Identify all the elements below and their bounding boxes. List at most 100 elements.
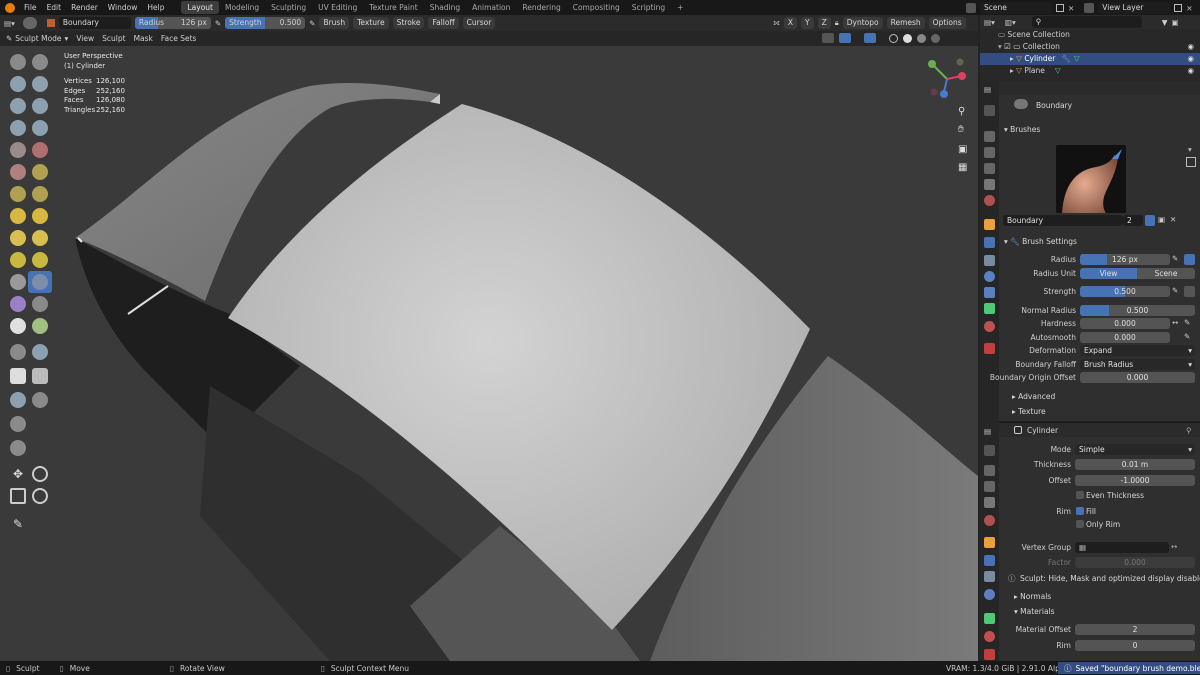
mask-by-color-icon[interactable] (10, 440, 26, 456)
mask-brush-icon[interactable] (10, 318, 26, 334)
draw-face-sets-icon[interactable] (32, 318, 48, 334)
texture-tab-icon[interactable] (984, 649, 995, 660)
editor-type-icon[interactable]: ▤ (984, 427, 991, 436)
ortho-toggle-icon[interactable]: ▦ (958, 162, 967, 173)
unlink-brush-icon[interactable]: ✕ (1170, 215, 1176, 224)
menu-face-sets[interactable]: Face Sets (161, 34, 197, 43)
tool-tab-icon[interactable] (984, 105, 995, 116)
hardness-field[interactable]: 0.000 (1080, 318, 1170, 329)
even-thickness-checkbox[interactable] (1076, 491, 1084, 499)
cloth-brush-icon[interactable] (10, 296, 26, 312)
dyntopo-toggle[interactable]: Dyntopo (842, 17, 883, 29)
copy-icon[interactable] (1174, 4, 1183, 12)
normals-panel-toggle[interactable]: ▸ Normals (1014, 592, 1051, 601)
view-layer-icon[interactable] (1084, 3, 1095, 13)
physics-tab-icon[interactable] (984, 589, 995, 600)
wireframe-shading-icon[interactable] (889, 33, 898, 43)
brush-preview-icon[interactable] (22, 17, 37, 29)
object-tab-icon[interactable] (984, 537, 995, 548)
offset-field[interactable]: -1.0000 (1075, 475, 1195, 486)
pinch-brush-icon[interactable] (10, 208, 26, 224)
pressure-toggle-icon[interactable] (1184, 286, 1195, 297)
solidify-mode-dropdown[interactable]: Simple ▾ (1075, 444, 1195, 455)
strength-field[interactable]: 0.500 (1080, 286, 1170, 297)
clay-strips-brush-icon[interactable] (32, 76, 48, 92)
move-tool-icon[interactable]: ✥ (10, 466, 26, 482)
rendered-shading-icon[interactable] (931, 33, 940, 43)
snake-hook-brush-icon[interactable] (32, 230, 48, 246)
lock-icon[interactable]: 🔒︎ (835, 18, 839, 28)
mirror-y-toggle[interactable]: Y (801, 17, 814, 29)
collapse-icon[interactable]: ▾ (1188, 145, 1192, 154)
mirror-z-toggle[interactable]: Z (817, 17, 831, 29)
mirror-x-toggle[interactable]: X (783, 17, 797, 29)
tab-modeling[interactable]: Modeling (219, 1, 265, 14)
vertex-group-field[interactable]: ▦ (1075, 542, 1169, 553)
boundary-brush-icon[interactable] (28, 271, 52, 293)
brush-datablock-field[interactable]: Boundary (1003, 215, 1123, 226)
deformation-dropdown[interactable]: Expand ▾ (1080, 345, 1195, 356)
scene-tab-icon[interactable] (984, 497, 995, 508)
flatten-brush-icon[interactable] (10, 164, 26, 180)
strength-slider[interactable]: Strength 0.500 (225, 17, 306, 29)
pressure-icon[interactable]: ✎ (1172, 286, 1178, 295)
pressure-toggle-icon[interactable] (1184, 254, 1195, 265)
outliner-collection[interactable]: ▾ ☑ ▭ Collection ◉ (980, 41, 1200, 53)
face-set-edit-icon[interactable] (10, 416, 26, 432)
constraints-tab-icon[interactable] (984, 287, 995, 298)
particles-tab-icon[interactable] (984, 571, 995, 582)
render-tab-icon[interactable] (984, 465, 995, 476)
radius-unit-scene-button[interactable]: Scene (1137, 268, 1195, 279)
editor-type-icon[interactable]: ▤▾ (4, 19, 15, 28)
brush-menu[interactable]: Brush (319, 17, 350, 29)
pressure-icon[interactable]: ✎ (309, 19, 315, 28)
new-collection-icon[interactable]: ▣ (1172, 18, 1179, 27)
thickness-field[interactable]: 0.01 m (1075, 459, 1195, 470)
menu-view[interactable]: View (76, 34, 94, 43)
brush-thumbnail[interactable] (1056, 145, 1126, 213)
scrape-brush-icon[interactable] (10, 186, 26, 202)
tab-layout[interactable]: Layout (181, 1, 219, 14)
material-tab-icon[interactable] (984, 321, 995, 332)
gizmo-toggle-icon[interactable] (822, 33, 834, 43)
filter-icon[interactable]: ▼ (1162, 18, 1168, 27)
output-tab-icon[interactable] (984, 147, 995, 158)
invert-arrows-icon[interactable]: ↔ (1171, 542, 1177, 551)
eye-icon[interactable]: ◉ (1187, 65, 1194, 77)
pose-brush-icon[interactable] (32, 252, 48, 268)
tab-sculpting[interactable]: Sculpting (265, 1, 312, 14)
nudge-brush-icon[interactable] (10, 274, 26, 290)
grab-brush-icon[interactable] (32, 208, 48, 224)
tool-tab-icon[interactable] (984, 445, 995, 456)
camera-view-icon[interactable]: ▣ (958, 144, 967, 155)
pan-hand-icon[interactable]: ✋︎ (958, 124, 964, 135)
elastic-deform-brush-icon[interactable] (10, 230, 26, 246)
simplify-brush-icon[interactable] (32, 296, 48, 312)
scale-tool-icon[interactable] (10, 488, 26, 504)
zoom-icon[interactable]: ⚲ (958, 106, 965, 117)
tab-rendering[interactable]: Rendering (516, 1, 566, 14)
blender-logo-icon[interactable] (5, 2, 15, 13)
viewport-scene[interactable] (0, 46, 978, 661)
delete-icon[interactable]: ✕ (1068, 4, 1074, 13)
texture-tab-icon[interactable] (984, 343, 995, 354)
particles-tab-icon[interactable] (984, 255, 995, 266)
crease-brush-icon[interactable] (10, 142, 26, 158)
eye-icon[interactable]: ◉ (1187, 53, 1194, 65)
brush-users-count[interactable]: 2 (1123, 215, 1143, 226)
scene-selector[interactable]: Scene (980, 2, 1052, 14)
thumb-brush-icon[interactable] (10, 252, 26, 268)
modifier-tab-icon[interactable] (984, 237, 995, 248)
3d-viewport[interactable]: User Perspective (1) Cylinder Vertices 12… (0, 46, 978, 661)
fake-user-shield-icon[interactable] (1145, 215, 1155, 226)
brush-settings-toggle[interactable]: ▾ 🔧︎ Brush Settings (1004, 237, 1077, 246)
annotate-tool-icon[interactable]: ✎ (10, 516, 26, 532)
pressure-icon[interactable]: ✎ (1172, 254, 1178, 263)
menu-mask[interactable]: Mask (134, 34, 153, 43)
transform-tool-icon[interactable] (32, 488, 48, 504)
physics-tab-icon[interactable] (984, 271, 995, 282)
falloff-menu[interactable]: Falloff (428, 17, 459, 29)
normal-radius-field[interactable]: 0.500 (1080, 305, 1195, 316)
display-mode-icon[interactable]: ▥▾ (1005, 18, 1016, 27)
smooth-brush-icon[interactable] (32, 142, 48, 158)
